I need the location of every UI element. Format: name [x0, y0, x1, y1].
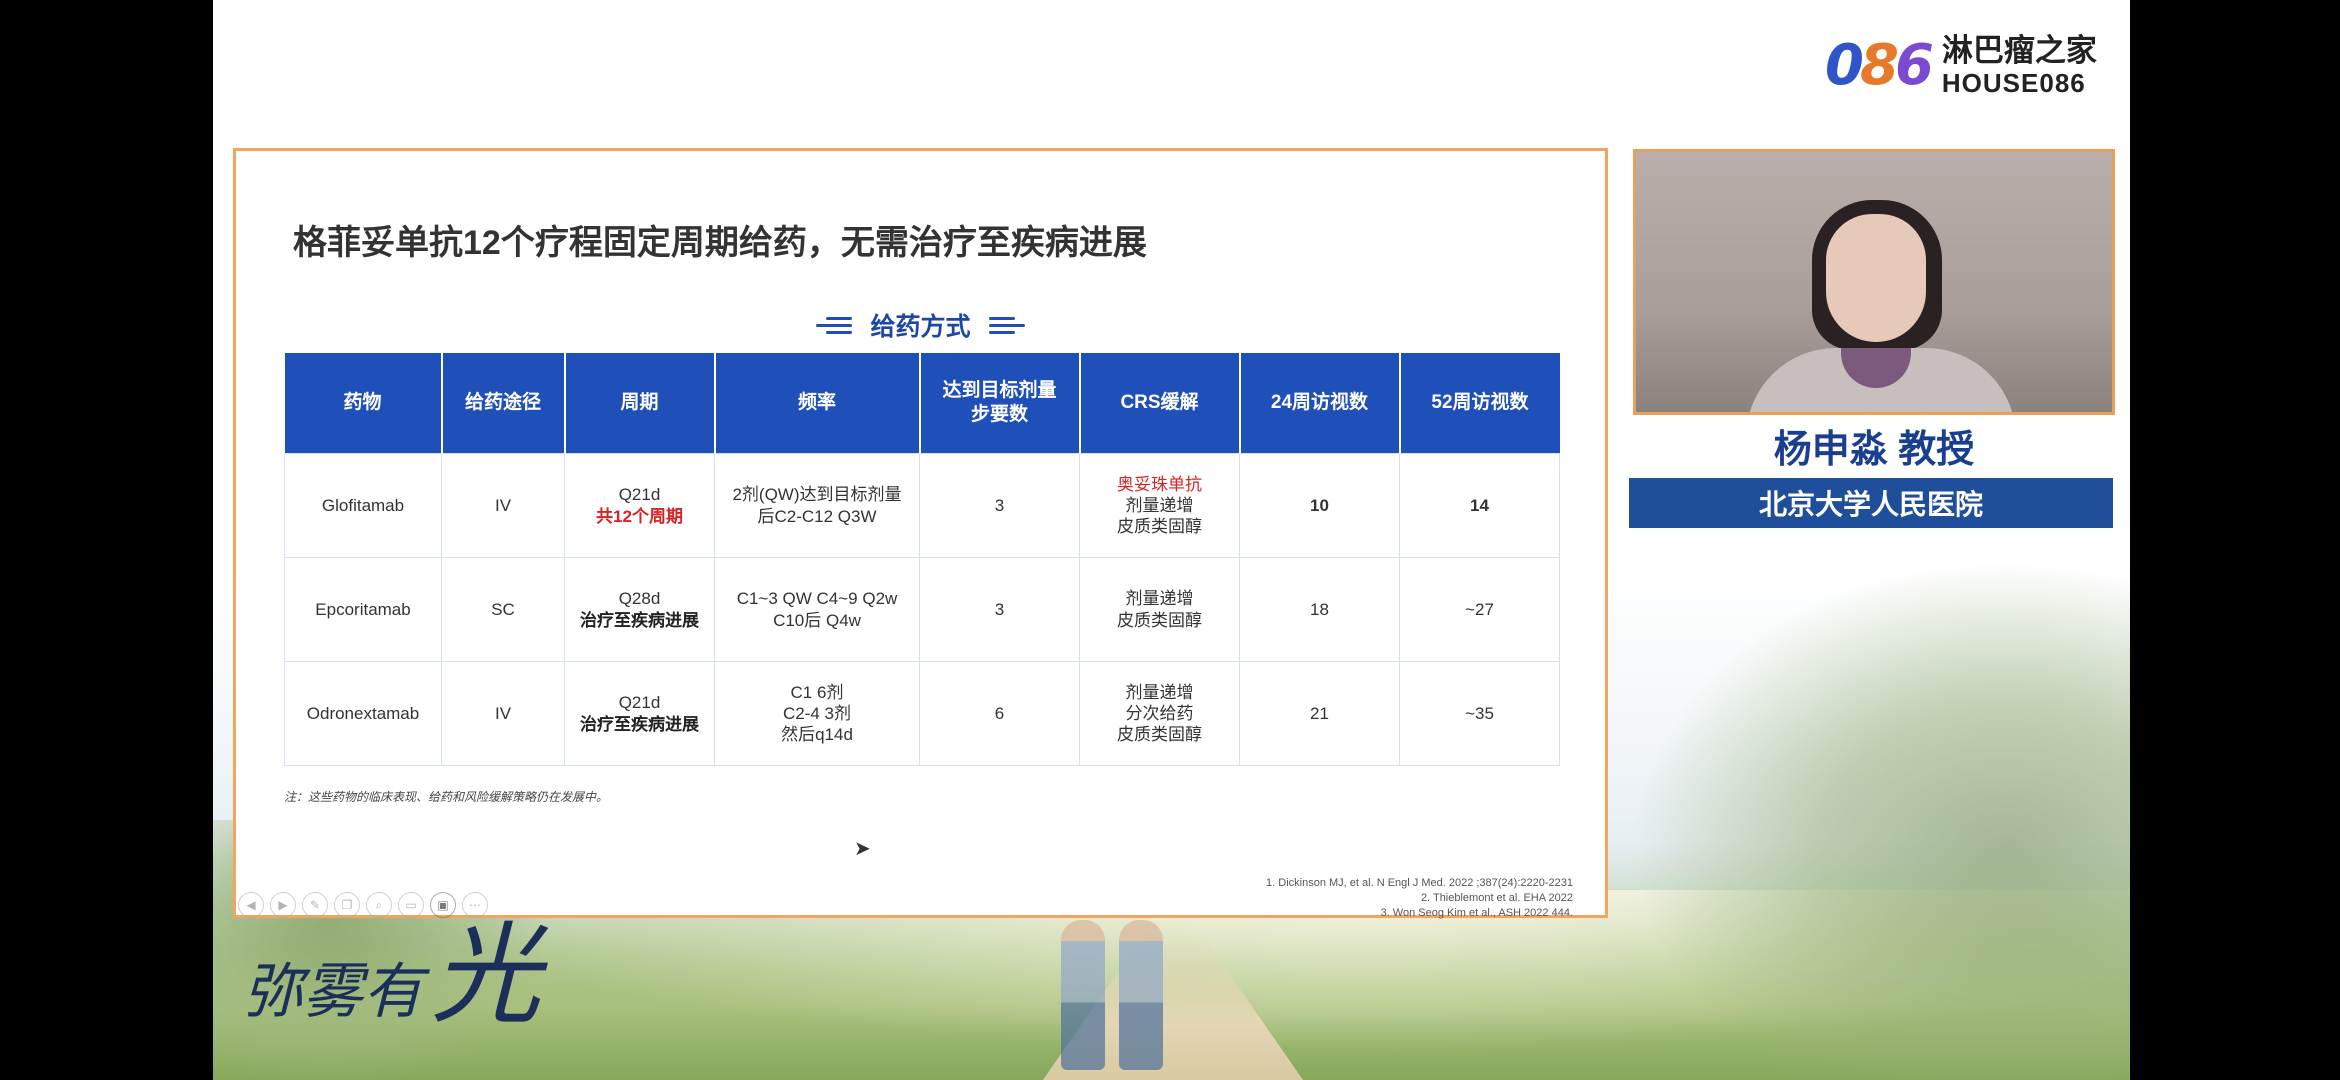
cell-cycle: Q21d 共12个周期: [564, 453, 715, 558]
cell-visits24: 10: [1239, 453, 1400, 558]
freq-line1: 2剂(QW)达到目标剂量: [732, 485, 902, 505]
header-route: 给药途径: [441, 353, 566, 454]
crs-line3: 皮质类固醇: [1117, 610, 1202, 630]
cell-visits52: ~35: [1399, 661, 1560, 766]
crs-line2: 剂量递增: [1125, 589, 1194, 609]
header-drug: 药物: [284, 353, 443, 454]
screen-icon[interactable]: ▭: [398, 892, 424, 918]
background-tree-right: [1630, 560, 2130, 1080]
cycle-line1: Q21d: [618, 485, 661, 505]
cell-steps: 3: [919, 557, 1080, 662]
cell-frequency: C1 6剂 C2-4 3剂 然后q14d: [714, 661, 920, 766]
presentation-slide: 格菲妥单抗12个疗程固定周期给药，无需治疗至疾病进展 给药方式 药物 给药途径 …: [233, 148, 1608, 921]
freq-line1: C1~3 QW C4~9 Q2w: [736, 589, 898, 609]
cell-crs: 奥妥珠单抗 剂量递增 皮质类固醇: [1079, 453, 1240, 558]
header-steps: 达到目标剂量 步要数: [919, 353, 1081, 454]
brand-logo: 086 淋巴瘤之家 HOUSE086: [1825, 30, 2097, 100]
header-visits24: 24周访视数: [1239, 353, 1401, 454]
header-steps-line2: 步要数: [970, 404, 1028, 425]
brand-slogan: 弥雾有 光: [243, 920, 541, 1030]
freq-line2: C2-4 3剂: [782, 703, 852, 723]
logo-name-cn: 淋巴瘤之家: [1941, 32, 2097, 68]
cell-drug: Epcoritamab: [284, 557, 442, 662]
crs-line1: 剂量递增: [1125, 682, 1194, 702]
cell-route: IV: [441, 453, 565, 558]
cycle-line1: Q21d: [618, 693, 661, 713]
speaker-face: [1826, 214, 1926, 342]
prev-icon[interactable]: ◀: [238, 892, 264, 918]
cycle-line1: Q28d: [618, 589, 661, 609]
pen-icon[interactable]: ✎: [302, 892, 328, 918]
reference-item: 1. Dickinson MJ, et al. N Engl J Med. 20…: [1266, 877, 1573, 889]
table-row: Odronextamab IV Q21d 治疗至疾病进展 C1 6剂 C2-4 …: [284, 661, 1560, 766]
logo-name-en: HOUSE086: [1941, 67, 2086, 98]
speaker-name: 杨申淼 教授: [1773, 429, 1975, 471]
cell-route: IV: [441, 661, 565, 766]
cell-visits52: 14: [1399, 453, 1560, 558]
cell-steps: 6: [919, 661, 1080, 766]
cell-frequency: C1~3 QW C4~9 Q2w C10后 Q4w: [714, 557, 920, 662]
crs-line1: 奥妥珠单抗: [1117, 474, 1202, 494]
table-row: Glofitamab IV Q21d 共12个周期 2剂(QW)达到目标剂量 后…: [284, 453, 1560, 558]
cell-visits52: ~27: [1399, 557, 1560, 662]
table-header-row: 药物 给药途径 周期 频率 达到目标剂量 步要数 CRS缓解 24周访视数 52…: [284, 353, 1560, 454]
cycle-line2: 共12个周期: [596, 506, 683, 526]
slogan-big: 光: [431, 911, 541, 1039]
copy-icon[interactable]: ❐: [334, 892, 360, 918]
cycle-line2: 治疗至疾病进展: [580, 714, 699, 734]
cell-drug: Glofitamab: [284, 453, 442, 558]
references: 1. Dickinson MJ, et al. N Engl J Med. 20…: [1266, 876, 1573, 921]
cell-route: SC: [441, 557, 565, 662]
freq-line2: C10后 Q4w: [773, 610, 861, 630]
freq-line1: C1 6剂: [790, 682, 844, 702]
live-stream-stage: 086 淋巴瘤之家 HOUSE086 格菲妥单抗12个疗程固定周期给药，无需治疗…: [213, 0, 2130, 1080]
speaker-video-feed: [1633, 149, 2115, 415]
cell-visits24: 21: [1239, 661, 1400, 766]
header-cycle: 周期: [564, 353, 716, 454]
cell-cycle: Q21d 治疗至疾病进展: [564, 661, 715, 766]
cell-visits24: 18: [1239, 557, 1400, 662]
crs-line2: 剂量递增: [1125, 495, 1194, 515]
header-visits52: 52周访视数: [1399, 353, 1560, 454]
crs-line2: 分次给药: [1125, 703, 1194, 723]
freq-line3: 然后q14d: [781, 725, 853, 745]
dosing-table: 药物 给药途径 周期 频率 达到目标剂量 步要数 CRS缓解 24周访视数 52…: [284, 353, 1560, 766]
header-crs: CRS缓解: [1079, 353, 1241, 454]
freq-line2: 后C2-C12 Q3W: [757, 506, 877, 526]
header-steps-line1: 达到目标剂量: [942, 380, 1057, 402]
cell-frequency: 2剂(QW)达到目标剂量 后C2-C12 Q3W: [714, 453, 920, 558]
mouse-cursor-icon: ➤: [854, 838, 871, 860]
reference-item: 2. Thieblemont et al. EHA 2022: [1420, 891, 1573, 904]
cycle-line2: 治疗至疾病进展: [580, 610, 699, 630]
background-walker-left: [1061, 920, 1105, 1070]
cell-crs: 剂量递增 皮质类固醇: [1079, 557, 1240, 662]
slogan-main: 弥雾有: [243, 957, 423, 1027]
cell-crs: 剂量递增 分次给药 皮质类固醇: [1079, 661, 1240, 766]
table-row: Epcoritamab SC Q28d 治疗至疾病进展 C1~3 QW C4~9…: [284, 557, 1560, 662]
reference-item: 3. Won Seog Kim et al., ASH 2022 444.: [1380, 906, 1573, 919]
section-label: 给药方式: [870, 313, 971, 341]
background-walker-right: [1119, 920, 1163, 1070]
next-icon[interactable]: ▶: [270, 892, 296, 918]
decor-lines-right-icon: [988, 316, 1025, 334]
header-frequency: 频率: [714, 353, 921, 454]
cell-cycle: Q28d 治疗至疾病进展: [564, 557, 715, 662]
speaker-hospital: 北京大学人民医院: [1629, 478, 2113, 528]
section-header: 给药方式: [236, 307, 1605, 343]
logo-text: 淋巴瘤之家 HOUSE086: [1942, 35, 2097, 96]
slide-footnote: 注：这些药物的临床表现、给药和风险缓解策略仍在发展中。: [284, 790, 609, 804]
slide-title: 格菲妥单抗12个疗程固定周期给药，无需治疗至疾病进展: [293, 224, 1147, 262]
decor-lines-left-icon: [816, 316, 853, 334]
zoom-icon[interactable]: ⌕: [366, 892, 392, 918]
crs-line3: 皮质类固醇: [1117, 517, 1202, 537]
cell-steps: 3: [919, 453, 1080, 558]
cell-drug: Odronextamab: [284, 661, 442, 766]
crs-line3: 皮质类固醇: [1117, 725, 1202, 745]
logo-mark-icon: 086: [1825, 32, 1934, 98]
